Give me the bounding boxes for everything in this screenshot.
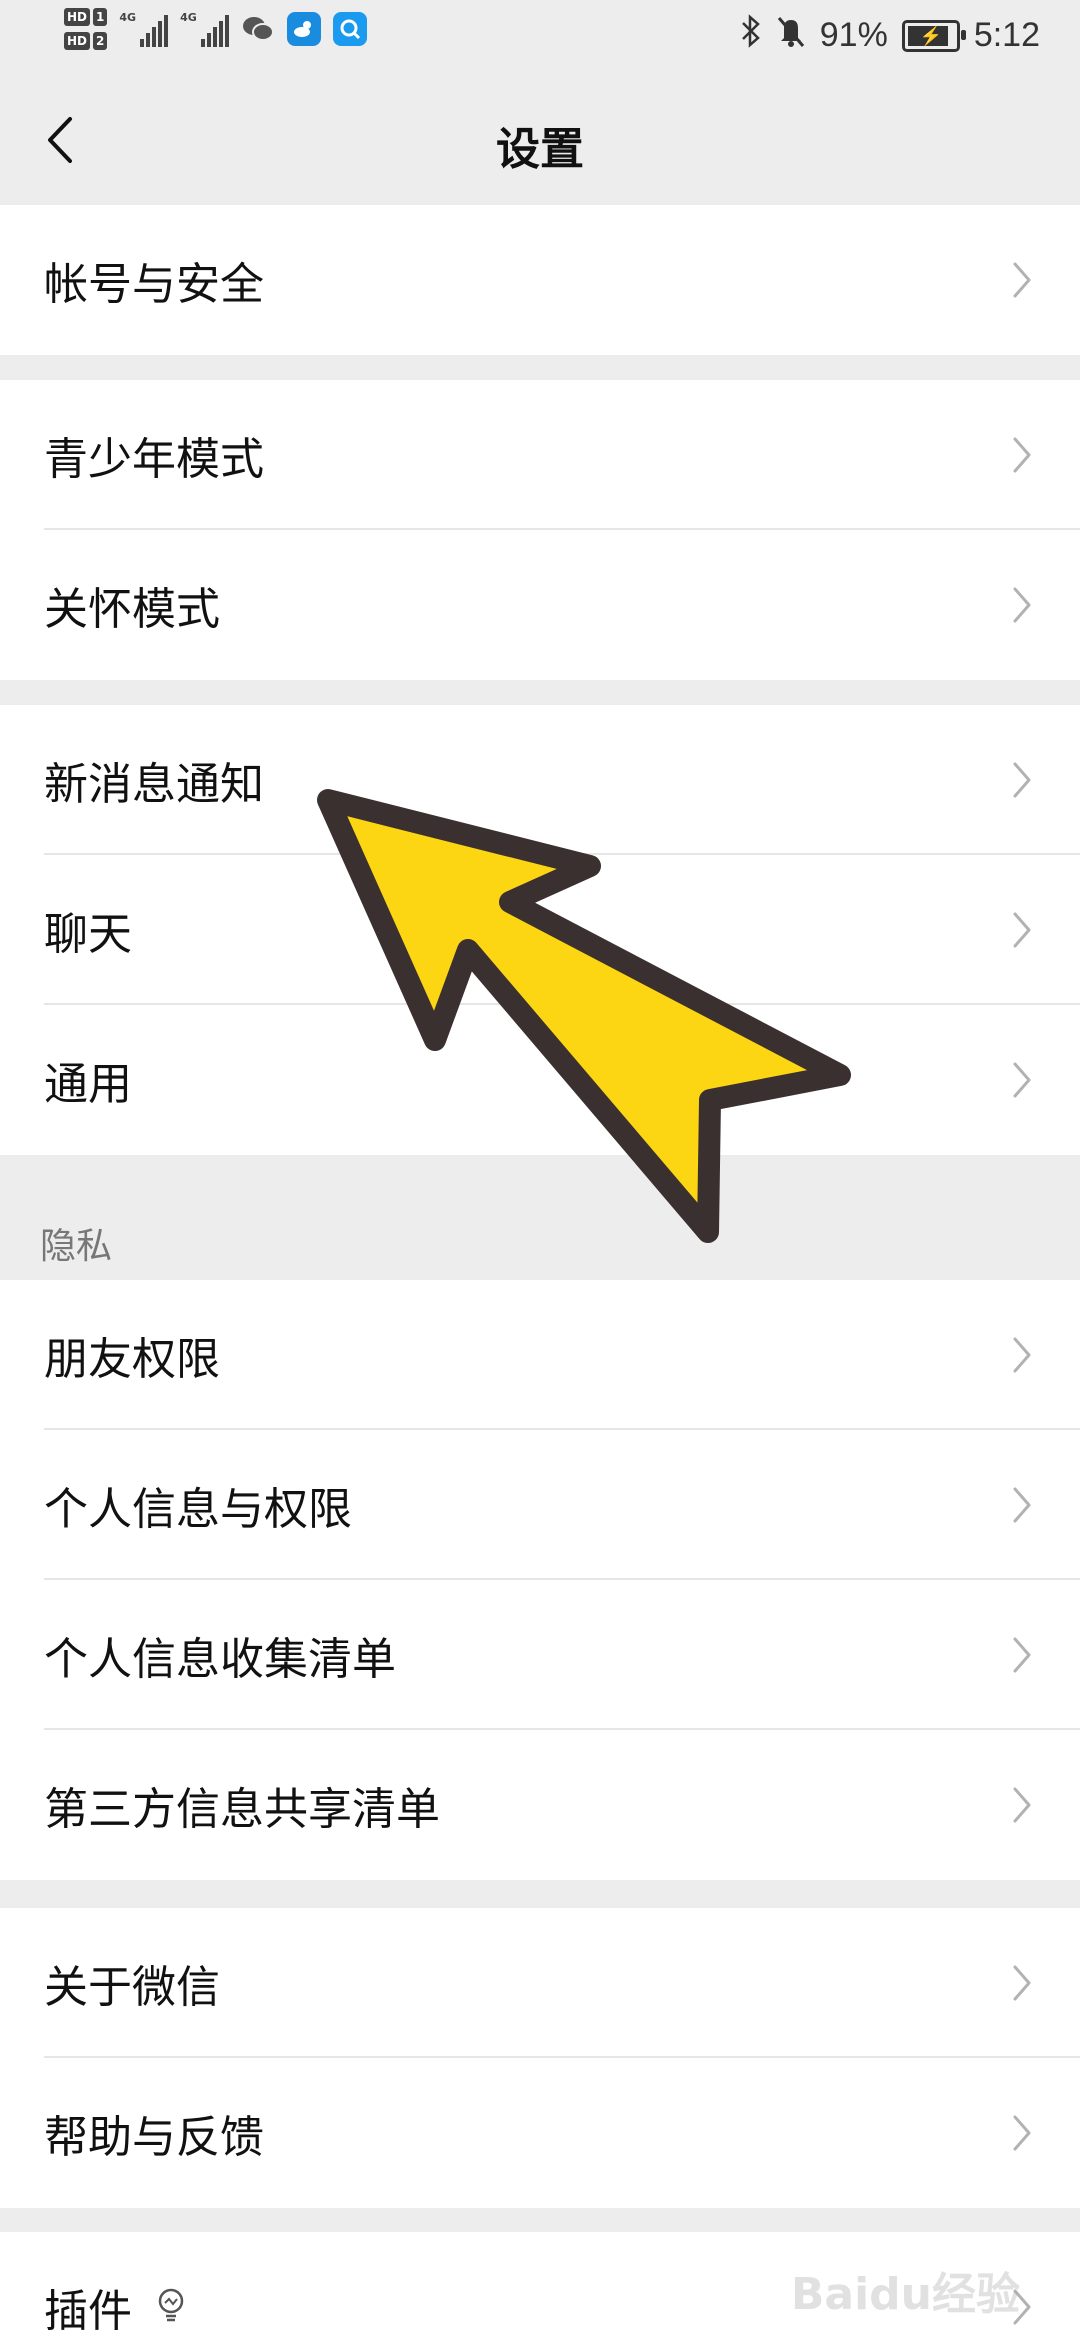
watermark: Baidu经验 xyxy=(790,2269,1020,2320)
annotation-arrow-icon xyxy=(317,789,851,1243)
